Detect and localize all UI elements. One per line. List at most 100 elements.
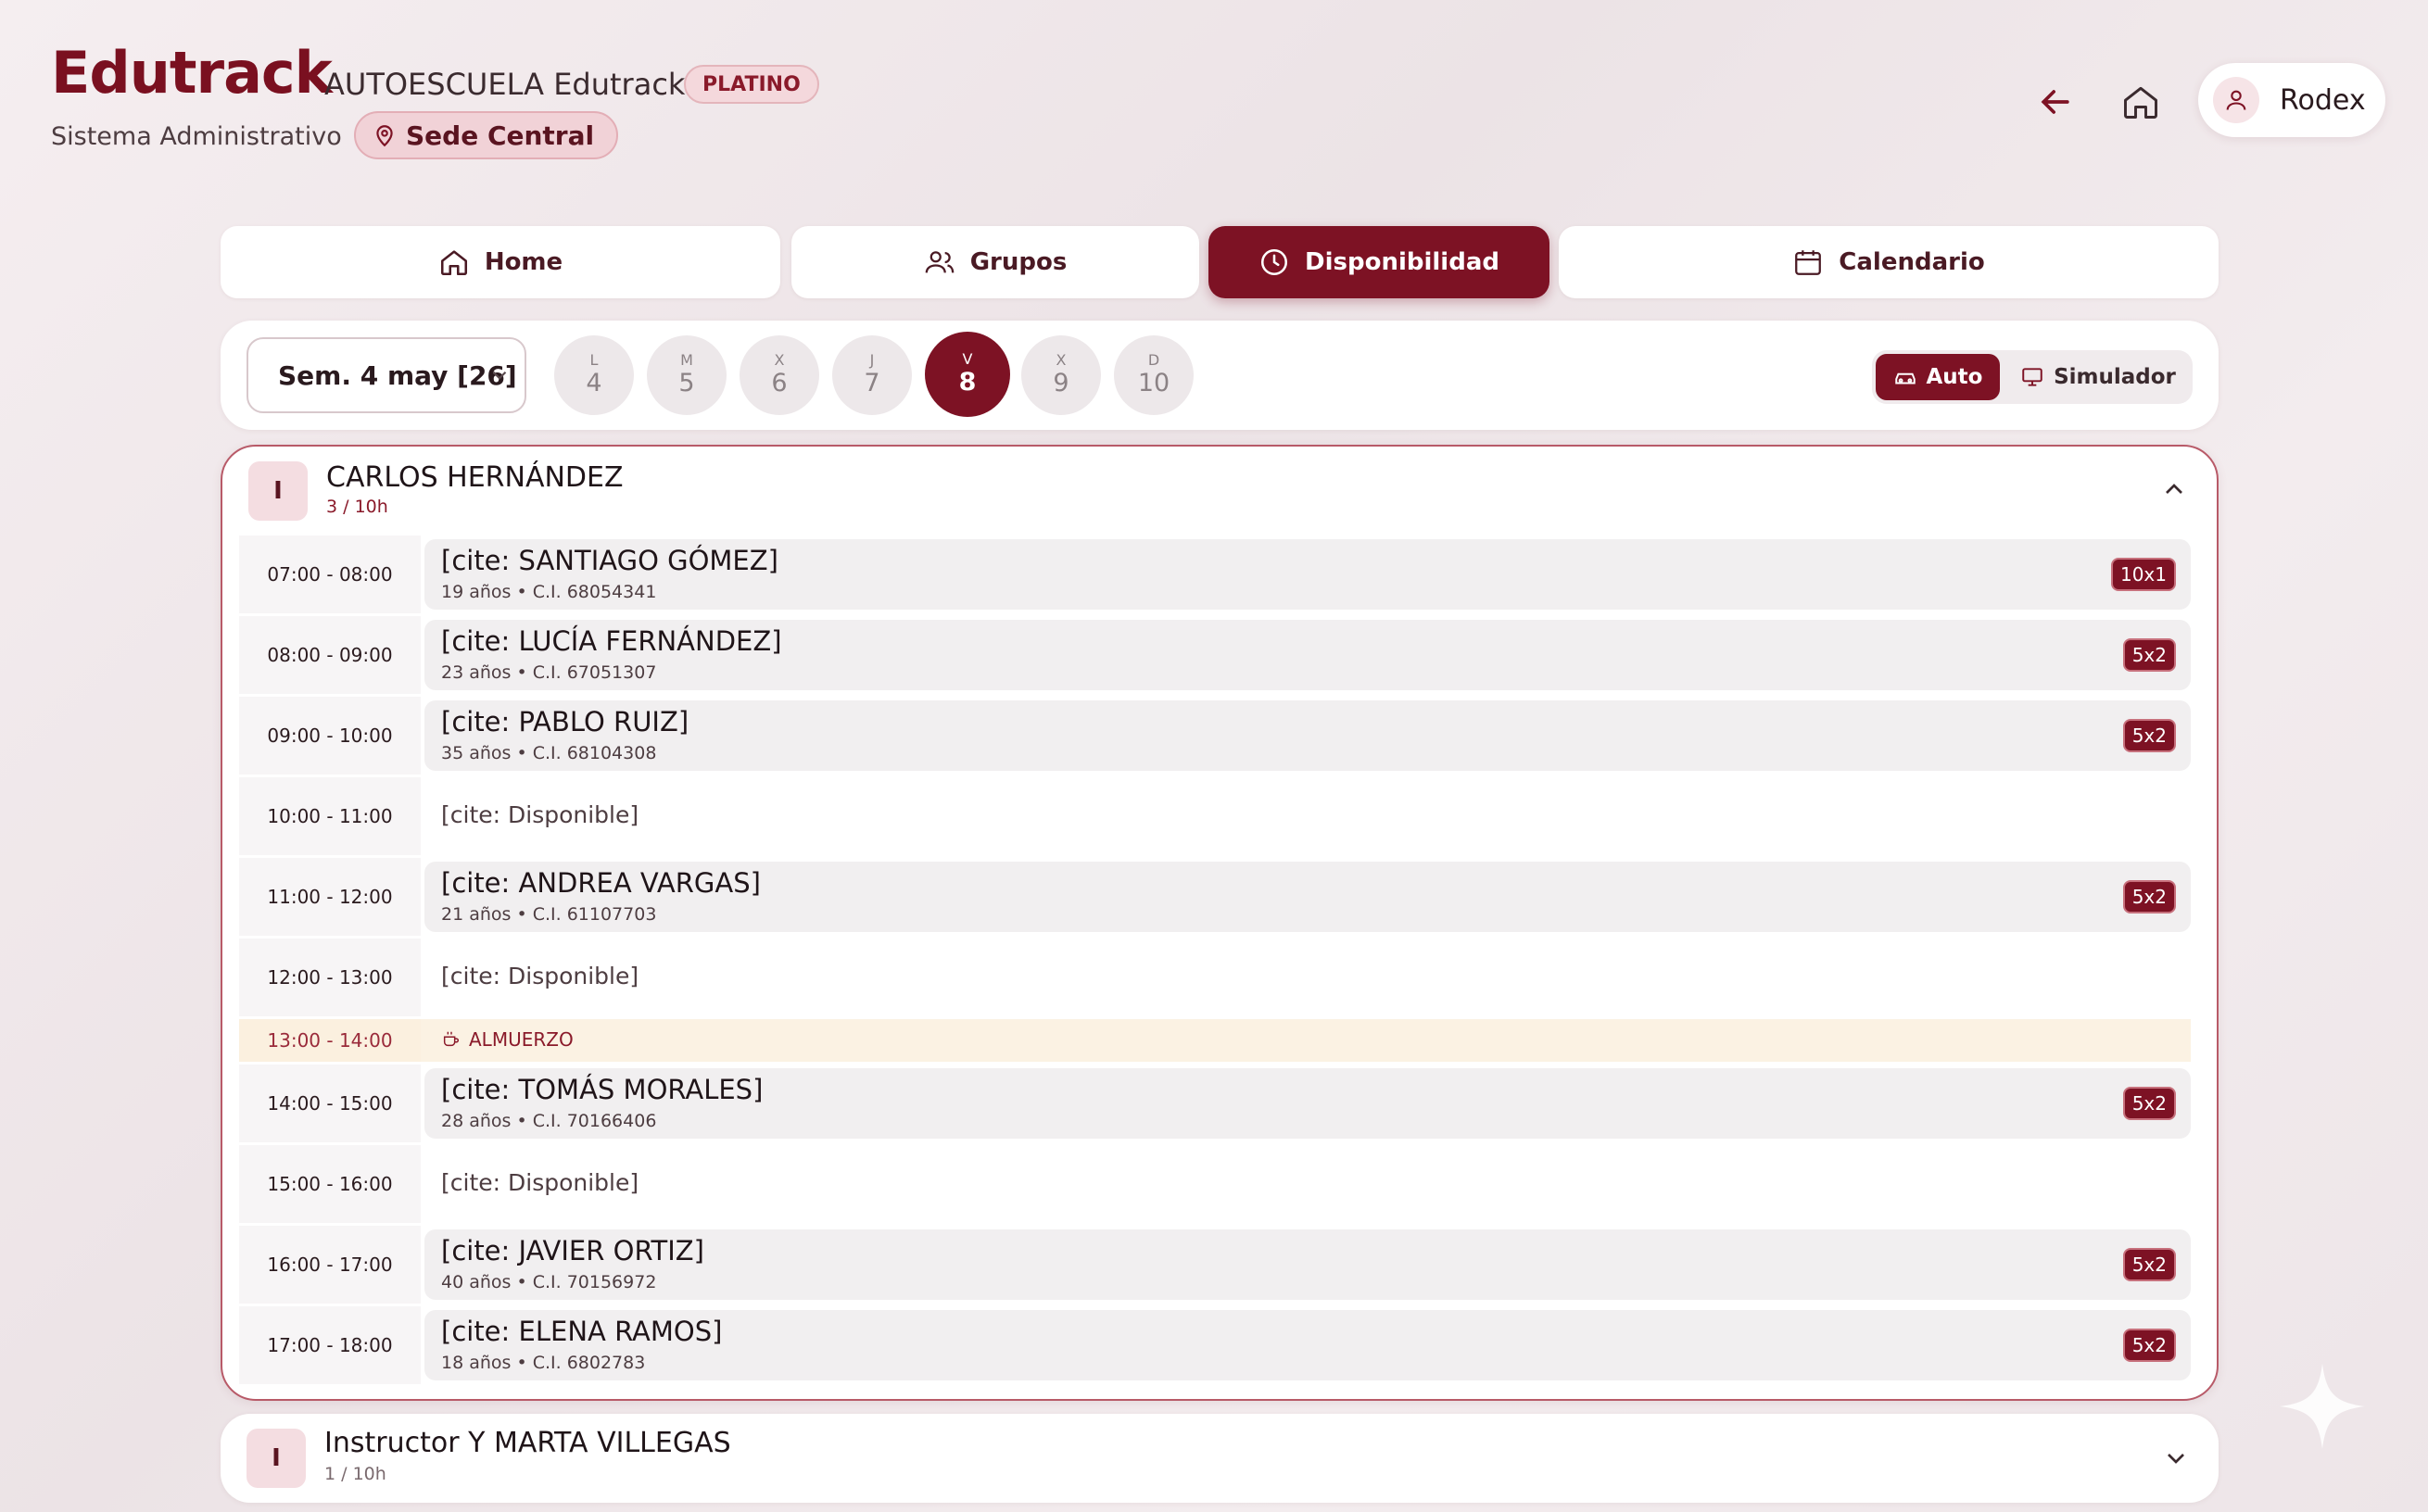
monitor-icon [2022, 368, 2042, 386]
slot-time: 12:00 - 13:00 [239, 939, 421, 1016]
student-meta: 40 años • C.I. 70156972 [441, 1272, 657, 1292]
home-button[interactable] [2113, 74, 2169, 130]
schedule-row: 08:00 - 09:00 [cite: LUCÍA FERNÁNDEZ] 23… [239, 616, 2194, 694]
plan-badge: PLATINO [684, 65, 819, 104]
slot-time: 11:00 - 12:00 [239, 858, 421, 936]
schedule-row: 14:00 - 15:00 [cite: TOMÁS MORALES] 28 a… [239, 1065, 2194, 1142]
slot-time: 17:00 - 18:00 [239, 1306, 421, 1384]
booked-slot[interactable]: [cite: PABLO RUIZ] 35 años • C.I. 681043… [424, 700, 2191, 771]
slot-time: 09:00 - 10:00 [239, 697, 421, 775]
lunch-slot: ALMUERZO [421, 1019, 2191, 1062]
package-badge: 5x2 [2122, 1329, 2176, 1362]
package-badge: 5x2 [2122, 719, 2176, 752]
user-name: Rodex [2280, 83, 2366, 117]
week-select-value: Sem. 4 may [26] [278, 359, 517, 391]
booked-slot[interactable]: [cite: TOMÁS MORALES] 28 años • C.I. 701… [424, 1068, 2191, 1139]
tab-grupos[interactable]: Grupos [791, 226, 1199, 298]
day-button[interactable]: D 10 [1114, 335, 1194, 415]
schedule-row: 15:00 - 16:00 [cite: Disponible] [239, 1145, 2194, 1223]
slot-time: 16:00 - 17:00 [239, 1226, 421, 1304]
student-name: [cite: SANTIAGO GÓMEZ] [441, 545, 778, 576]
week-select[interactable]: Sem. 4 may [26] [247, 337, 526, 413]
day-letter: M [680, 351, 693, 369]
lunch-label: ALMUERZO [441, 1028, 574, 1051]
instructor-badge: I [247, 1429, 306, 1488]
mode-auto-button[interactable]: Auto [1876, 354, 2000, 400]
mode-simulator-button[interactable]: Simulador [2007, 354, 2189, 400]
day-button[interactable]: X 9 [1021, 335, 1101, 415]
instructor-card-collapsed[interactable]: I Instructor Y MARTA VILLEGAS 1 / 10h [221, 1414, 2219, 1503]
day-button[interactable]: L 4 [554, 335, 634, 415]
package-badge: 10x1 [2110, 558, 2176, 591]
day-letter: L [589, 351, 599, 369]
day-button[interactable]: M 5 [647, 335, 727, 415]
tab-disponibilidad[interactable]: Disponibilidad [1208, 226, 1549, 298]
available-label: [cite: Disponible] [441, 801, 639, 828]
app: Edutrack AUTOESCUELA Edutrack PLATINO Si… [0, 0, 2428, 1512]
main-tabs: Home Grupos Disponibilidad Calendario [221, 226, 2219, 298]
mode-auto-label: Auto [1926, 365, 1983, 389]
slot-time: 07:00 - 08:00 [239, 536, 421, 613]
schedule-row: 07:00 - 08:00 [cite: SANTIAGO GÓMEZ] 19 … [239, 536, 2194, 613]
student-name: [cite: ANDREA VARGAS] [441, 867, 761, 899]
slot-time: 15:00 - 16:00 [239, 1145, 421, 1223]
tab-label: Calendario [1839, 248, 1985, 276]
schedule-row: 09:00 - 10:00 [cite: PABLO RUIZ] 35 años… [239, 697, 2194, 775]
tab-home[interactable]: Home [221, 226, 780, 298]
sede-selector[interactable]: Sede Central [354, 111, 619, 159]
mode-simulator-label: Simulador [2054, 365, 2176, 389]
booked-slot[interactable]: [cite: ELENA RAMOS] 18 años • C.I. 68027… [424, 1310, 2191, 1380]
student-name: [cite: ELENA RAMOS] [441, 1316, 723, 1347]
chevron-up-icon[interactable] [2159, 474, 2189, 504]
booked-slot[interactable]: [cite: JAVIER ORTIZ] 40 años • C.I. 7015… [424, 1229, 2191, 1300]
student-meta: 21 años • C.I. 61107703 [441, 904, 657, 925]
calendar-icon [1795, 250, 1822, 275]
package-badge: 5x2 [2122, 1087, 2176, 1120]
day-number: 8 [958, 368, 977, 397]
day-button-active[interactable]: V 8 [925, 332, 1010, 417]
day-letter: X [774, 351, 785, 369]
student-meta: 23 años • C.I. 67051307 [441, 662, 657, 683]
booked-slot[interactable]: [cite: SANTIAGO GÓMEZ] 19 años • C.I. 68… [424, 539, 2191, 610]
student-name: [cite: JAVIER ORTIZ] [441, 1235, 704, 1266]
instructor-hours: 3 / 10h [326, 497, 388, 517]
student-name: [cite: TOMÁS MORALES] [441, 1074, 764, 1105]
available-slot[interactable]: [cite: Disponible] [424, 1149, 2191, 1219]
day-letter: X [1056, 351, 1067, 369]
sede-label: Sede Central [406, 120, 595, 151]
day-button[interactable]: X 6 [740, 335, 819, 415]
available-slot[interactable]: [cite: Disponible] [424, 942, 2191, 1013]
booked-slot[interactable]: [cite: LUCÍA FERNÁNDEZ] 23 años • C.I. 6… [424, 620, 2191, 690]
day-letter: V [962, 350, 973, 368]
tab-label: Grupos [969, 248, 1068, 276]
mode-toggle: Auto Simulador [1872, 350, 2193, 404]
package-badge: 5x2 [2122, 1248, 2176, 1281]
schedule-row: 11:00 - 12:00 [cite: ANDREA VARGAS] 21 a… [239, 858, 2194, 936]
back-button[interactable] [2028, 74, 2083, 130]
instructor-name: CARLOS HERNÁNDEZ [326, 461, 624, 494]
slot-time: 14:00 - 15:00 [239, 1065, 421, 1142]
instructor-hours: 1 / 10h [324, 1464, 386, 1484]
schedule-row: 10:00 - 11:00 [cite: Disponible] [239, 777, 2194, 855]
tab-calendario[interactable]: Calendario [1559, 226, 2219, 298]
chevron-down-icon[interactable] [2161, 1443, 2191, 1473]
student-meta: 35 años • C.I. 68104308 [441, 743, 657, 763]
sparkle-icon [2280, 1364, 2365, 1449]
day-button[interactable]: J 7 [832, 335, 912, 415]
schedule-row: 16:00 - 17:00 [cite: JAVIER ORTIZ] 40 añ… [239, 1226, 2194, 1304]
day-number: 10 [1137, 369, 1170, 397]
user-menu[interactable]: Rodex [2198, 63, 2385, 137]
day-letter: D [1147, 351, 1160, 369]
booked-slot[interactable]: [cite: ANDREA VARGAS] 21 años • C.I. 611… [424, 862, 2191, 932]
system-subtitle: Sistema Administrativo [51, 122, 342, 151]
instructor-card-header[interactable]: I CARLOS HERNÁNDEZ 3 / 10h [222, 447, 2217, 530]
slot-time: 13:00 - 14:00 [239, 1019, 421, 1062]
schedule-row: 17:00 - 18:00 [cite: ELENA RAMOS] 18 año… [239, 1306, 2194, 1384]
available-slot[interactable]: [cite: Disponible] [424, 781, 2191, 851]
student-meta: 18 años • C.I. 6802783 [441, 1353, 646, 1373]
tab-label: Home [484, 248, 563, 276]
school-name: AUTOESCUELA Edutrack [324, 67, 686, 102]
package-badge: 5x2 [2122, 638, 2176, 672]
instructor-badge: I [248, 461, 308, 521]
student-meta: 28 años • C.I. 70166406 [441, 1111, 657, 1131]
